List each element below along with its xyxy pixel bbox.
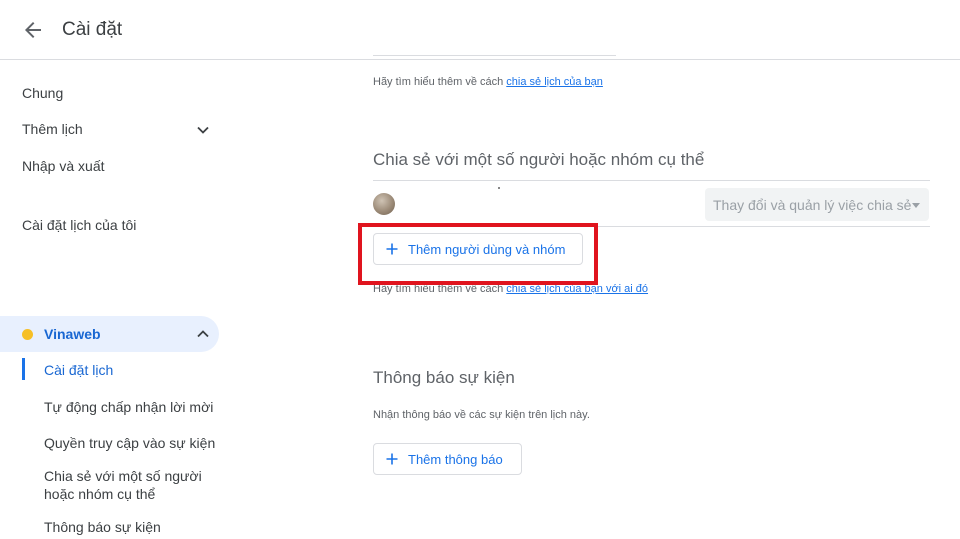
help-text-share-calendar: Hãy tìm hiểu thêm về cách chia sẻ lịch c… [373,76,603,88]
chevron-down-icon[interactable] [196,123,210,137]
notify-section-title: Thông báo sự kiện [373,368,515,387]
settings-sidebar: Chung Thêm lịch Nhập và xuất Cài đặt lịc… [0,61,230,539]
share-calendar-link[interactable]: chia sẻ lịch của bạn [506,76,603,88]
calendar-item-vinaweb[interactable]: Vinaweb [0,316,219,352]
sidebar-subitem-event-notifications[interactable]: Thông báo sự kiện [44,518,161,536]
share-section-title: Chia sẻ với một số người hoặc nhóm cụ th… [373,150,705,169]
avatar [373,193,395,215]
arrow-back-icon [25,22,41,38]
highlight-box [358,223,598,285]
permission-select-placeholder: Thay đổi và quản lý việc chia sẻ [713,197,912,213]
sidebar-subitem-share-specific[interactable]: Chia sẻ với một số người hoặc nhóm cụ th… [44,467,214,503]
my-calendars-heading: Cài đặt lịch của tôi [22,217,137,233]
help-prefix: Hãy tìm hiểu thêm về cách [373,76,507,88]
plus-icon [386,453,398,465]
dropdown-arrow-icon [912,203,920,208]
sidebar-subitem-calendar-settings[interactable]: Cài đặt lịch [44,361,113,379]
add-notification-button-label: Thêm thông báo [408,451,503,467]
permission-select[interactable]: Thay đổi và quản lý việc chia sẻ [705,188,929,221]
back-button[interactable] [20,17,46,43]
sidebar-subitem-access-permissions[interactable]: Quyền truy cập vào sự kiện [44,434,215,452]
sidebar-item-add-calendar[interactable]: Thêm lịch [22,121,83,137]
add-notification-button[interactable]: Thêm thông báo [373,443,522,475]
notify-section-description: Nhận thông báo về các sự kiện trên lịch … [373,409,590,421]
shared-user-row: Thay đổi và quản lý việc chia sẻ [373,180,930,227]
sidebar-item-general[interactable]: Chung [22,85,63,101]
active-indicator [22,358,25,380]
calendar-color-dot [22,329,33,340]
calendar-name: Vinaweb [44,326,101,342]
divider [373,55,616,56]
divider [498,187,500,189]
sidebar-subitem-auto-accept[interactable]: Tự động chấp nhận lời mời [44,398,213,416]
page-title: Cài đặt [62,19,123,40]
sidebar-item-import-export[interactable]: Nhập và xuất [22,158,105,174]
settings-main: Hãy tìm hiểu thêm về cách chia sẻ lịch c… [373,55,933,539]
chevron-up-icon[interactable] [196,327,210,341]
app-header: Cài đặt [0,0,960,60]
